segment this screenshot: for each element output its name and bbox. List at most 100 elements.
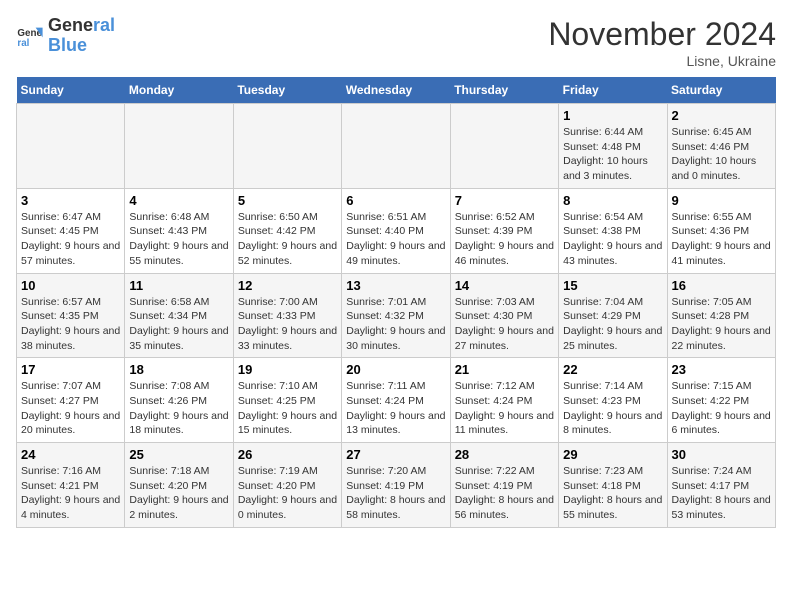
day-number: 8 [563,193,662,208]
column-header-saturday: Saturday [667,77,775,104]
calendar-day-cell: 16Sunrise: 7:05 AM Sunset: 4:28 PM Dayli… [667,273,775,358]
day-number: 13 [346,278,445,293]
calendar-day-cell: 1 Sunrise: 6:44 AM Sunset: 4:48 PM Daylig… [559,104,667,189]
day-number: 2 [672,108,771,123]
svg-text:ral: ral [17,38,29,49]
day-number: 29 [563,447,662,462]
calendar-week-row: 3 Sunrise: 6:47 AM Sunset: 4:45 PM Daylig… [17,188,776,273]
calendar-day-cell: 29Sunrise: 7:23 AM Sunset: 4:18 PM Dayli… [559,443,667,528]
calendar-day-cell: 4 Sunrise: 6:48 AM Sunset: 4:43 PM Daylig… [125,188,233,273]
calendar-day-cell: 11 Sunrise: 6:58 AM Sunset: 4:34 PM Dayli… [125,273,233,358]
day-number: 19 [238,362,337,377]
day-info: Sunrise: 7:14 AM Sunset: 4:23 PM Dayligh… [563,379,662,438]
column-header-thursday: Thursday [450,77,558,104]
day-info: Sunrise: 6:48 AM Sunset: 4:43 PM Dayligh… [129,210,228,269]
day-number: 15 [563,278,662,293]
calendar-day-cell: 30 Sunrise: 7:24 AM Sunset: 4:17 PM Dayli… [667,443,775,528]
day-number: 7 [455,193,554,208]
column-header-tuesday: Tuesday [233,77,341,104]
calendar-table: SundayMondayTuesdayWednesdayThursdayFrid… [16,77,776,528]
calendar-day-cell [233,104,341,189]
day-number: 21 [455,362,554,377]
day-number: 22 [563,362,662,377]
day-info: Sunrise: 7:05 AM Sunset: 4:28 PM Dayligh… [672,295,771,354]
day-info: Sunrise: 7:16 AM Sunset: 4:21 PM Dayligh… [21,464,120,523]
logo-text: GeneralBlue [48,16,115,56]
calendar-day-cell: 10 Sunrise: 6:57 AM Sunset: 4:35 PM Dayli… [17,273,125,358]
calendar-day-cell: 3 Sunrise: 6:47 AM Sunset: 4:45 PM Daylig… [17,188,125,273]
day-number: 10 [21,278,120,293]
title-block: November 2024 Lisne, Ukraine [548,16,776,69]
column-header-wednesday: Wednesday [342,77,450,104]
day-info: Sunrise: 6:57 AM Sunset: 4:35 PM Dayligh… [21,295,120,354]
calendar-day-cell: 9Sunrise: 6:55 AM Sunset: 4:36 PM Daylig… [667,188,775,273]
day-info: Sunrise: 7:12 AM Sunset: 4:24 PM Dayligh… [455,379,554,438]
day-info: Sunrise: 7:08 AM Sunset: 4:26 PM Dayligh… [129,379,228,438]
day-info: Sunrise: 7:03 AM Sunset: 4:30 PM Dayligh… [455,295,554,354]
day-info: Sunrise: 7:10 AM Sunset: 4:25 PM Dayligh… [238,379,337,438]
day-number: 1 [563,108,662,123]
day-number: 3 [21,193,120,208]
day-info: Sunrise: 7:04 AM Sunset: 4:29 PM Dayligh… [563,295,662,354]
day-number: 27 [346,447,445,462]
day-info: Sunrise: 7:07 AM Sunset: 4:27 PM Dayligh… [21,379,120,438]
day-info: Sunrise: 7:19 AM Sunset: 4:20 PM Dayligh… [238,464,337,523]
page-header: Gene ral GeneralBlue November 2024 Lisne… [16,16,776,69]
calendar-day-cell: 18 Sunrise: 7:08 AM Sunset: 4:26 PM Dayli… [125,358,233,443]
page-subtitle: Lisne, Ukraine [548,53,776,69]
day-number: 20 [346,362,445,377]
calendar-day-cell: 2 Sunrise: 6:45 AM Sunset: 4:46 PM Daylig… [667,104,775,189]
day-number: 5 [238,193,337,208]
day-number: 9 [672,193,771,208]
day-info: Sunrise: 7:20 AM Sunset: 4:19 PM Dayligh… [346,464,445,523]
day-info: Sunrise: 7:22 AM Sunset: 4:19 PM Dayligh… [455,464,554,523]
day-info: Sunrise: 6:44 AM Sunset: 4:48 PM Dayligh… [563,125,662,184]
day-number: 17 [21,362,120,377]
calendar-day-cell: 7Sunrise: 6:52 AM Sunset: 4:39 PM Daylig… [450,188,558,273]
day-info: Sunrise: 6:58 AM Sunset: 4:34 PM Dayligh… [129,295,228,354]
day-info: Sunrise: 6:50 AM Sunset: 4:42 PM Dayligh… [238,210,337,269]
column-header-sunday: Sunday [17,77,125,104]
calendar-day-cell: 21 Sunrise: 7:12 AM Sunset: 4:24 PM Dayli… [450,358,558,443]
day-info: Sunrise: 7:15 AM Sunset: 4:22 PM Dayligh… [672,379,771,438]
calendar-day-cell: 20 Sunrise: 7:11 AM Sunset: 4:24 PM Dayli… [342,358,450,443]
day-number: 25 [129,447,228,462]
day-number: 30 [672,447,771,462]
calendar-day-cell [450,104,558,189]
logo: Gene ral GeneralBlue [16,16,115,56]
day-number: 11 [129,278,228,293]
day-number: 24 [21,447,120,462]
calendar-week-row: 24 Sunrise: 7:16 AM Sunset: 4:21 PM Dayli… [17,443,776,528]
day-number: 26 [238,447,337,462]
calendar-day-cell: 24 Sunrise: 7:16 AM Sunset: 4:21 PM Dayli… [17,443,125,528]
day-info: Sunrise: 6:45 AM Sunset: 4:46 PM Dayligh… [672,125,771,184]
calendar-week-row: 10 Sunrise: 6:57 AM Sunset: 4:35 PM Dayli… [17,273,776,358]
day-number: 14 [455,278,554,293]
calendar-day-cell: 26 Sunrise: 7:19 AM Sunset: 4:20 PM Dayli… [233,443,341,528]
day-number: 18 [129,362,228,377]
calendar-header-row: SundayMondayTuesdayWednesdayThursdayFrid… [17,77,776,104]
day-info: Sunrise: 7:11 AM Sunset: 4:24 PM Dayligh… [346,379,445,438]
day-number: 28 [455,447,554,462]
page-title: November 2024 [548,16,776,53]
calendar-day-cell: 15 Sunrise: 7:04 AM Sunset: 4:29 PM Dayli… [559,273,667,358]
calendar-week-row: 17 Sunrise: 7:07 AM Sunset: 4:27 PM Dayli… [17,358,776,443]
calendar-day-cell: 13Sunrise: 7:01 AM Sunset: 4:32 PM Dayli… [342,273,450,358]
calendar-day-cell: 19 Sunrise: 7:10 AM Sunset: 4:25 PM Dayli… [233,358,341,443]
day-number: 12 [238,278,337,293]
calendar-day-cell: 5 Sunrise: 6:50 AM Sunset: 4:42 PM Daylig… [233,188,341,273]
day-number: 23 [672,362,771,377]
calendar-day-cell: 12Sunrise: 7:00 AM Sunset: 4:33 PM Dayli… [233,273,341,358]
calendar-day-cell: 22 Sunrise: 7:14 AM Sunset: 4:23 PM Dayli… [559,358,667,443]
day-number: 4 [129,193,228,208]
calendar-day-cell: 23 Sunrise: 7:15 AM Sunset: 4:22 PM Dayli… [667,358,775,443]
calendar-day-cell [125,104,233,189]
calendar-day-cell: 6 Sunrise: 6:51 AM Sunset: 4:40 PM Daylig… [342,188,450,273]
day-info: Sunrise: 7:24 AM Sunset: 4:17 PM Dayligh… [672,464,771,523]
day-info: Sunrise: 7:18 AM Sunset: 4:20 PM Dayligh… [129,464,228,523]
calendar-week-row: 1 Sunrise: 6:44 AM Sunset: 4:48 PM Daylig… [17,104,776,189]
logo-icon: Gene ral [16,22,44,50]
day-info: Sunrise: 6:47 AM Sunset: 4:45 PM Dayligh… [21,210,120,269]
day-number: 6 [346,193,445,208]
day-info: Sunrise: 6:51 AM Sunset: 4:40 PM Dayligh… [346,210,445,269]
